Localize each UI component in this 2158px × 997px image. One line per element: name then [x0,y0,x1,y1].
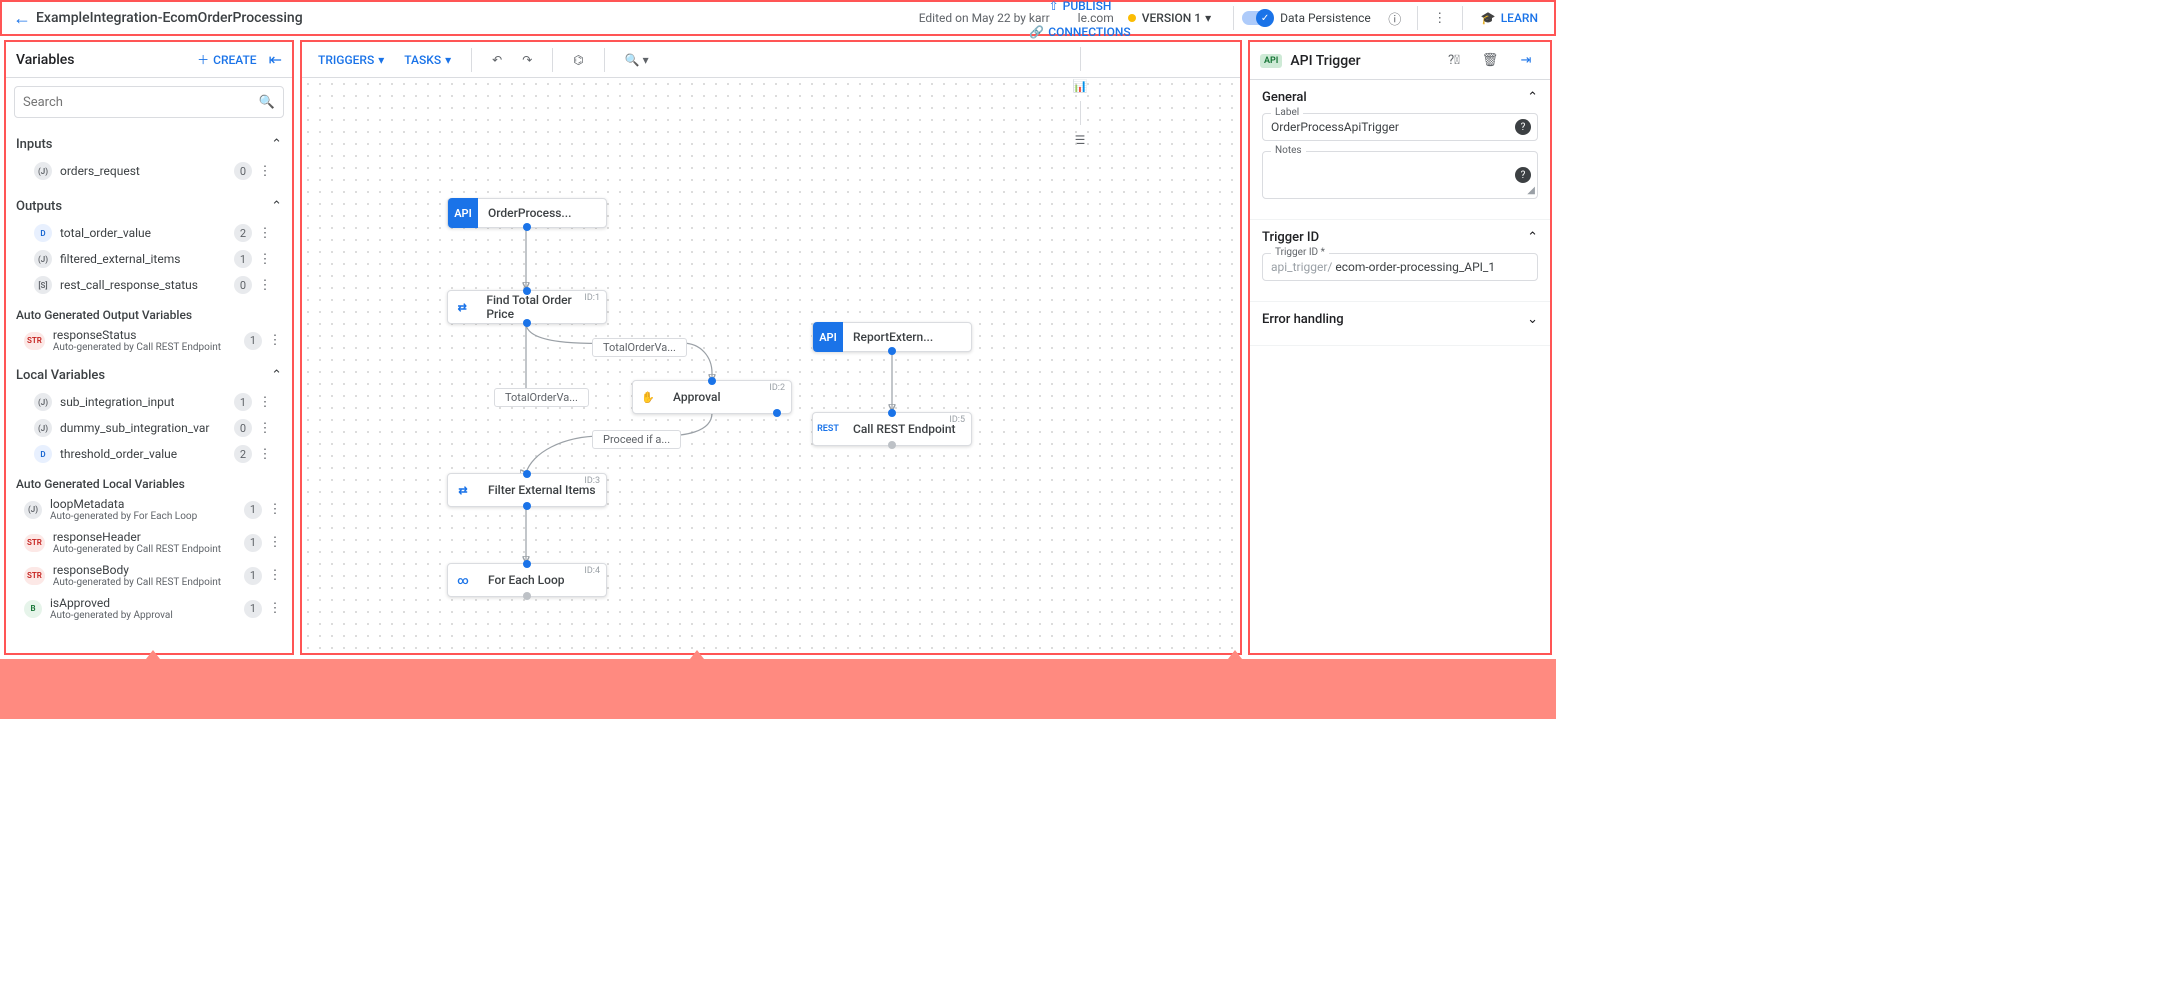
edge-label[interactable]: Proceed if a... [592,430,681,449]
chevron-up-icon: ⌃ [1527,90,1538,105]
type-chip: (J) [34,162,52,180]
search-input[interactable]: 🔍 [14,86,284,118]
layout-icon[interactable]: ⌬ [565,49,591,71]
task-node-foreach[interactable]: ∞For Each Loop ID:4 [447,563,607,597]
task-node-filter[interactable]: ⇄Filter External Items ID:3 [447,473,607,507]
tasks-dropdown[interactable]: TASKS ▾ [396,49,459,71]
general-section-header[interactable]: General⌃ [1262,90,1538,105]
delete-icon[interactable]: 🗑 [1476,47,1504,75]
errorhandling-section-header[interactable]: Error handling⌄ [1262,312,1538,327]
chevron-up-icon: ⌃ [271,199,282,214]
zoom-dropdown[interactable]: 🔍 ▾ [617,49,657,71]
triggerid-section-header[interactable]: Trigger ID⌃ [1262,230,1538,245]
loop-icon: ∞ [448,565,478,595]
back-button[interactable]: ← [8,8,36,29]
triggerid-field[interactable]: Trigger ID * api_trigger/ ecom-order-pro… [1262,253,1538,281]
variable-row[interactable]: (J) orders_request 0 ⋮ [16,158,282,184]
panel-title: API Trigger [1290,53,1432,69]
connections-button[interactable]: 🔗 CONNECTIONS [1021,21,1138,43]
annotation-bar [0,659,1556,719]
variables-title: Variables [16,52,197,68]
api-icon: API [813,322,843,352]
api-icon: API [448,198,478,228]
local-section-header[interactable]: Local Variables⌃ [16,361,282,389]
mapping-icon: ⇄ [448,475,478,505]
variable-row[interactable]: [S]rest_call_response_status0⋮ [16,272,282,298]
inputs-section-header[interactable]: Inputs⌃ [16,130,282,158]
persistence-label: Data Persistence [1280,11,1371,25]
variable-row[interactable]: (J)dummy_sub_integration_var0⋮ [16,415,282,441]
variable-row[interactable]: STRresponseHeaderAuto-generated by Call … [6,526,292,559]
variable-row[interactable]: (J)sub_integration_input1⋮ [16,389,282,415]
overflow-menu-icon[interactable]: ⋮ [1426,4,1454,32]
variable-row[interactable]: STRresponseBodyAuto-generated by Call RE… [6,559,292,592]
help-icon[interactable]: ? [1515,167,1531,183]
canvas-toolbar: TRIGGERS ▾ TASKS ▾ ↶ ↷ ⌬ 🔍 ▾ ▶ TEST ▾ ⇧ … [302,42,1240,78]
create-variable-button[interactable]: ＋CREATE [197,51,257,68]
redo-icon[interactable]: ↷ [514,49,540,71]
flow-canvas[interactable]: APIOrderProcess... ⇄Find Total Order Pri… [302,78,1240,653]
autogen-output-subheader: Auto Generated Output Variables [6,302,292,324]
variable-row[interactable]: (J)filtered_external_items1⋮ [16,246,282,272]
help-icon[interactable]: ? [1515,119,1531,135]
resize-handle-icon[interactable]: ◢ [1527,185,1535,196]
top-bar: ← ExampleIntegration-EcomOrderProcessing… [0,0,1556,36]
expand-panel-icon[interactable]: ⇥ [1512,47,1540,75]
task-node-call-rest[interactable]: RESTCall REST Endpoint ID:5 [812,412,972,446]
variable-row[interactable]: BisApprovedAuto-generated by Approval1⋮ [6,592,292,625]
variable-row[interactable]: Dthreshold_order_value2⋮ [16,441,282,467]
edge-label[interactable]: TotalOrderVa... [592,338,687,357]
label-field[interactable]: Label OrderProcessApiTrigger ? [1262,113,1538,141]
variable-row[interactable]: Dtotal_order_value2⋮ [16,220,282,246]
variable-row[interactable]: (J)loopMetadataAuto-generated by For Eac… [6,493,292,526]
edge-label[interactable]: TotalOrderVa... [494,388,589,407]
collapse-panel-icon[interactable]: ⇤ [269,50,282,69]
chevron-up-icon: ⌃ [1527,230,1538,245]
task-node-find-total[interactable]: ⇄Find Total Order Price ID:1 [447,290,607,324]
variables-panel: Variables ＋CREATE ⇤ 🔍 Inputs⌃ (J) orders… [4,40,294,655]
search-icon: 🔍 [259,95,275,110]
mapping-icon: ⇄ [448,292,476,322]
publish-button[interactable]: ⇧ PUBLISH [1041,0,1120,17]
integration-title: ExampleIntegration-EcomOrderProcessing [36,10,303,26]
autogen-local-subheader: Auto Generated Local Variables [6,471,292,493]
triggers-dropdown[interactable]: TRIGGERS ▾ [310,49,392,71]
trigger-node-orderprocess[interactable]: APIOrderProcess... [447,198,607,228]
trigger-node-reportextern[interactable]: APIReportExtern... [812,322,972,352]
task-node-approval[interactable]: ✋Approval ID:2 [632,380,792,414]
info-icon[interactable]: ⓘ [1381,4,1409,32]
chevron-up-icon: ⌃ [271,137,282,152]
notes-field[interactable]: Notes ? ◢ [1262,151,1538,199]
rest-icon: REST [813,414,843,444]
hand-icon: ✋ [633,382,663,412]
canvas-panel: TRIGGERS ▾ TASKS ▾ ↶ ↷ ⌬ 🔍 ▾ ▶ TEST ▾ ⇧ … [300,40,1242,655]
outputs-section-header[interactable]: Outputs⌃ [16,192,282,220]
variable-row[interactable]: STRresponseStatusAuto-generated by Call … [6,324,292,357]
chevron-down-icon: ⌄ [1527,312,1538,327]
plus-icon: ＋ [197,51,209,68]
learn-button[interactable]: 🎓 LEARN [1471,11,1548,25]
graduation-cap-icon: 🎓 [1481,11,1496,25]
api-badge: API [1260,54,1282,68]
persistence-toggle[interactable]: ✓ [1242,11,1272,25]
undo-icon[interactable]: ↶ [484,49,510,71]
properties-panel: API API Trigger ?⃝ 🗑 ⇥ General⌃ Label Or… [1248,40,1552,655]
chevron-up-icon: ⌃ [271,368,282,383]
help-icon[interactable]: ?⃝ [1440,47,1468,75]
upload-icon: ⇧ [1049,0,1059,13]
link-icon: 🔗 [1029,25,1044,39]
row-more-icon[interactable]: ⋮ [256,164,274,179]
